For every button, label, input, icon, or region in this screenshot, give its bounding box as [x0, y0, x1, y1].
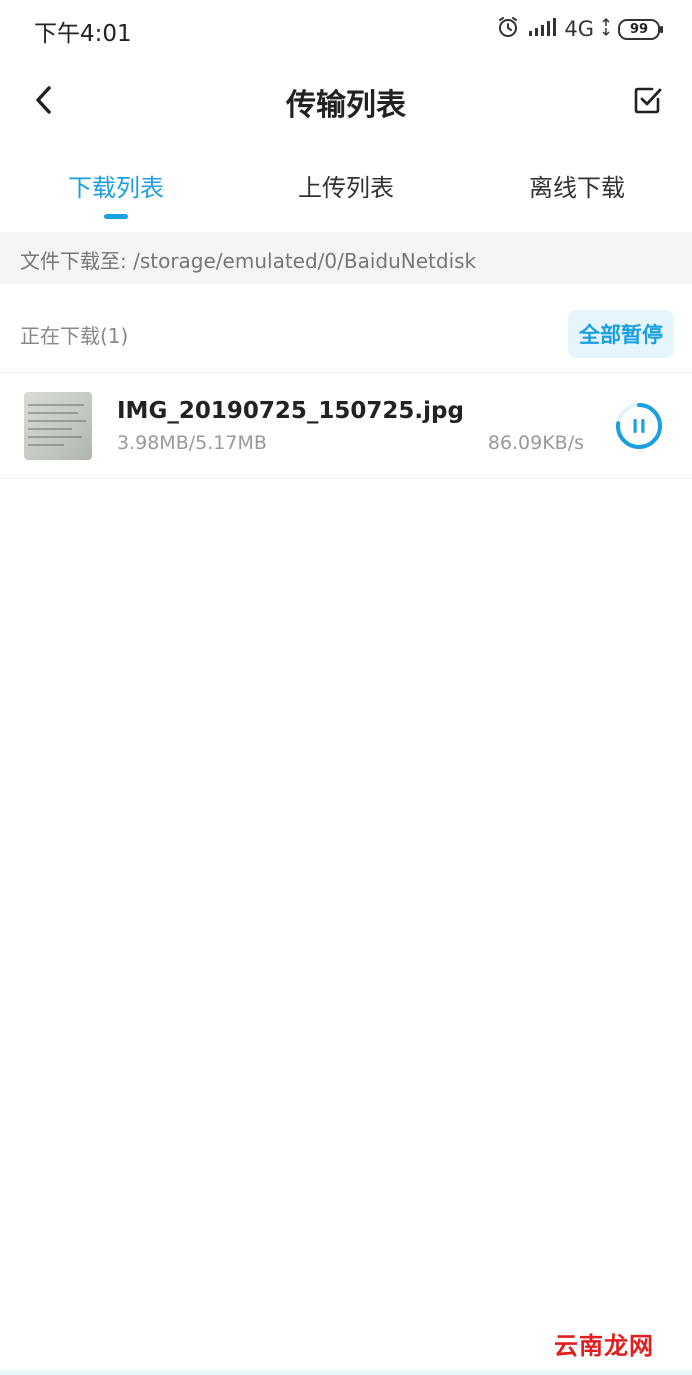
status-time: 下午4:01 — [34, 21, 132, 47]
download-list-item[interactable]: IMG_20190725_150725.jpg 3.98MB/5.17MB 86… — [0, 374, 692, 479]
pause-icon — [633, 419, 645, 433]
file-size-progress: 3.98MB/5.17MB — [117, 432, 267, 454]
status-icons: 4G 99 — [496, 14, 663, 44]
select-mode-button[interactable] — [624, 76, 672, 124]
tab-download-list[interactable]: 下载列表 — [1, 168, 231, 203]
downloading-count-label: 正在下载(1) — [20, 324, 129, 348]
signal-icon — [528, 17, 557, 41]
tab-offline-download[interactable]: 离线下载 — [462, 168, 692, 203]
data-arrows-icon — [602, 17, 610, 41]
title-bar: 传输列表 — [0, 58, 692, 144]
tab-upload-list[interactable]: 上传列表 — [231, 168, 461, 203]
battery-icon: 99 — [618, 18, 663, 40]
watermark-logo: 云南龙网 — [554, 1332, 654, 1360]
download-path-text: 文件下载至: /storage/emulated/0/BaiduNetdisk — [20, 249, 477, 273]
status-bar: 下午4:01 4G 99 — [0, 0, 692, 58]
downloading-section-header: 正在下载(1) 全部暂停 — [0, 296, 692, 373]
download-path-bar: 文件下载至: /storage/emulated/0/BaiduNetdisk — [0, 232, 692, 284]
checkbox-select-icon — [634, 87, 662, 114]
page-title: 传输列表 — [286, 88, 406, 123]
alarm-icon — [496, 15, 520, 43]
bottom-edge — [0, 1370, 692, 1375]
transfer-tabs: 下载列表 上传列表 离线下载 — [0, 150, 692, 230]
file-thumbnail — [24, 392, 92, 460]
network-type: 4G — [564, 17, 594, 41]
active-tab-indicator — [104, 214, 128, 219]
download-speed: 86.09KB/s — [487, 432, 584, 454]
file-name: IMG_20190725_150725.jpg — [117, 398, 464, 424]
pause-download-button[interactable] — [613, 400, 665, 452]
pause-all-button[interactable]: 全部暂停 — [568, 310, 674, 358]
